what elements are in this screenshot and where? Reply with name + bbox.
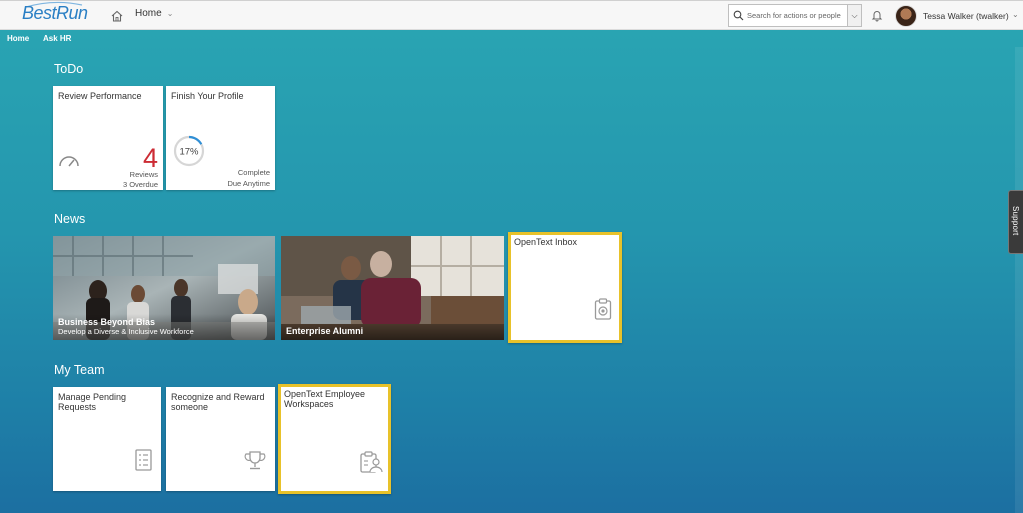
user-avatar[interactable] xyxy=(895,5,917,27)
tile-title: Recognize and Reward someone xyxy=(171,392,265,412)
employee-clipboard-icon xyxy=(360,451,383,473)
sub-navigation: Home Ask HR xyxy=(0,31,1023,47)
news-tile-enterprise-alumni[interactable]: Enterprise Alumni xyxy=(281,236,504,340)
subnav-item-home[interactable]: Home xyxy=(7,34,29,43)
subnav-item-ask-hr[interactable]: Ask HR xyxy=(43,34,71,43)
news-caption: Enterprise Alumni xyxy=(281,323,504,340)
tile-title: Finish Your Profile xyxy=(171,91,244,101)
support-tab[interactable]: Support xyxy=(1008,190,1023,254)
search-scope-dropdown[interactable]: ⌵ xyxy=(848,4,862,27)
tile-opentext-inbox[interactable]: OpenText Inbox xyxy=(508,232,622,343)
tile-finish-profile[interactable]: Finish Your Profile 17% Complete Due Any… xyxy=(166,86,275,190)
section-title-news: News xyxy=(54,212,86,226)
tile-title: Review Performance xyxy=(58,91,142,101)
news-title: Enterprise Alumni xyxy=(286,326,364,336)
tile-recognize-reward[interactable]: Recognize and Reward someone xyxy=(166,387,275,491)
tile-title: Manage Pending Requests xyxy=(58,392,127,412)
due-label: Due Anytime xyxy=(227,179,270,188)
page-scrollbar[interactable] xyxy=(1015,47,1023,513)
support-label: Support xyxy=(1011,206,1020,236)
chevron-down-icon: ⌄ xyxy=(166,9,174,18)
tile-title: OpenText Inbox xyxy=(514,237,578,247)
chevron-down-icon[interactable]: ⌄ xyxy=(1012,10,1019,19)
home-icon[interactable] xyxy=(110,9,124,23)
tile-manage-pending-requests[interactable]: Manage Pending Requests xyxy=(53,387,161,491)
news-title: Business Beyond Bias xyxy=(58,317,156,327)
news-tile-business-beyond-bias[interactable]: Business Beyond Bias Develop a Diverse &… xyxy=(53,236,275,340)
checklist-icon xyxy=(135,449,152,471)
overdue-count: 3 Overdue xyxy=(122,180,158,189)
shell-bar: BestRun Home ⌄ ⌵ Tessa Walker (twalker) … xyxy=(0,0,1023,30)
home-menu-label: Home xyxy=(135,8,162,19)
company-logo[interactable]: BestRun xyxy=(22,3,88,24)
speedometer-icon xyxy=(59,156,79,167)
progress-label: 17% xyxy=(179,147,199,158)
profile-progress-ring: 17% xyxy=(173,135,205,167)
news-subtitle: Develop a Diverse & Inclusive Workforce xyxy=(58,327,194,336)
news-caption: Business Beyond Bias Develop a Diverse &… xyxy=(53,314,275,340)
search-icon xyxy=(733,10,744,21)
tile-subtitle: Complete xyxy=(237,168,270,177)
inbox-clipboard-icon xyxy=(594,298,612,320)
search-field[interactable] xyxy=(728,4,848,27)
section-title-todo: ToDo xyxy=(54,62,84,76)
trophy-icon xyxy=(244,451,266,470)
section-title-my-team: My Team xyxy=(54,363,105,377)
tile-title: OpenText Employee Workspaces xyxy=(284,389,366,409)
search-input[interactable] xyxy=(747,11,847,20)
chevron-down-icon: ⌵ xyxy=(851,10,858,20)
tile-review-performance[interactable]: Review Performance 4 Reviews 3 Overdue xyxy=(53,86,163,190)
user-name[interactable]: Tessa Walker (twalker) xyxy=(923,11,1009,21)
notifications-bell-icon[interactable] xyxy=(871,9,883,22)
tile-opentext-employee-workspaces[interactable]: OpenText Employee Workspaces xyxy=(278,384,391,494)
home-menu-button[interactable]: Home ⌄ xyxy=(135,8,173,19)
tile-subtitle: Reviews xyxy=(129,170,158,179)
